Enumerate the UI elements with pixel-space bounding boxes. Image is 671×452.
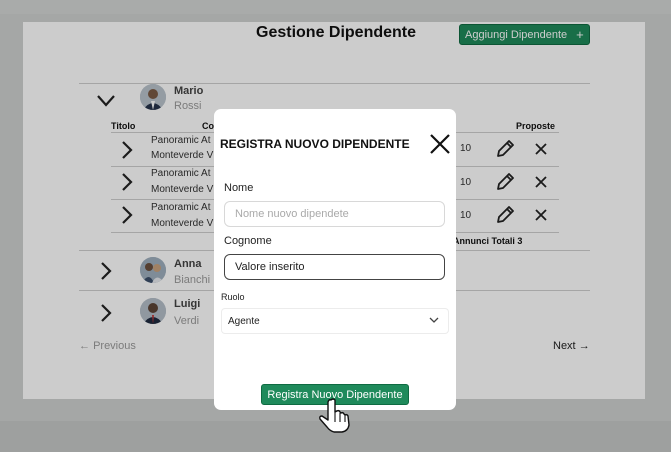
ruolo-selected-value: Agente — [228, 315, 260, 327]
hand-pointer-icon — [319, 398, 350, 433]
cognome-label: Cognome — [224, 235, 272, 247]
nome-input[interactable] — [224, 201, 445, 227]
ruolo-select[interactable]: Agente — [221, 308, 449, 334]
register-employee-modal: REGISTRA NUOVO DIPENDENTE Nome Cognome R… — [214, 109, 456, 410]
close-icon[interactable] — [429, 133, 451, 155]
chevron-down-icon — [429, 317, 439, 323]
ruolo-label: Ruolo — [221, 292, 245, 302]
modal-title: REGISTRA NUOVO DIPENDENTE — [220, 137, 410, 151]
cognome-input[interactable] — [224, 254, 445, 280]
nome-label: Nome — [224, 182, 254, 194]
